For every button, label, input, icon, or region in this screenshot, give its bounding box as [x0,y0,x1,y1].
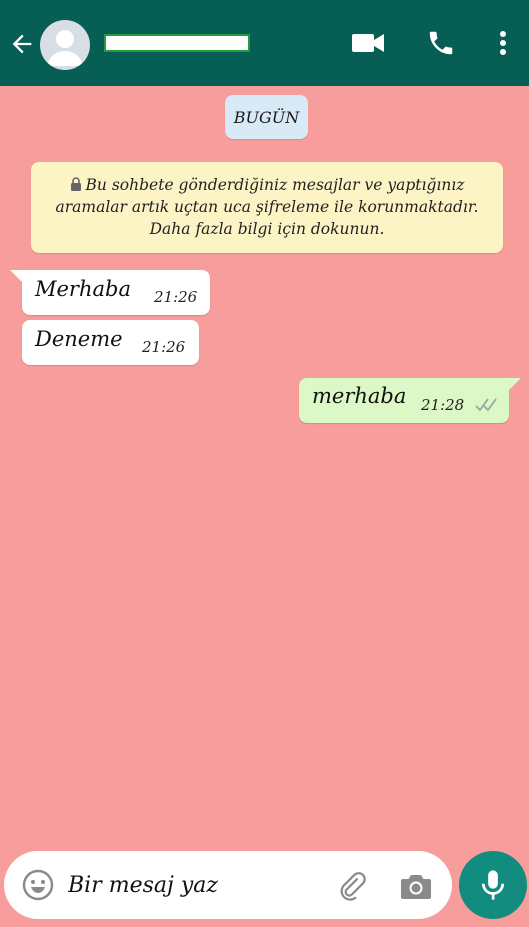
message-bubble-incoming[interactable]: Deneme 21:26 [22,320,199,365]
lock-icon [70,177,81,191]
message-text: merhaba [312,384,407,408]
message-bubble-incoming[interactable]: Merhaba 21:26 [22,270,210,315]
avatar[interactable] [40,20,90,70]
phone-icon[interactable] [425,28,457,58]
default-avatar-icon [47,30,83,66]
message-text: Merhaba [35,277,131,301]
microphone-icon [481,870,505,900]
attachment-icon[interactable] [334,869,368,903]
message-time: 21:26 [154,288,198,306]
emoji-icon[interactable] [22,869,54,901]
date-chip: BUGÜN [225,95,308,139]
video-call-icon[interactable] [350,28,386,58]
message-text: Deneme [35,327,123,351]
encryption-notice-text: Bu sohbete gönderdiğiniz mesajlar ve yap… [55,176,479,238]
message-time: 21:26 [142,338,186,356]
contact-name-redacted[interactable] [104,34,250,52]
more-vert-icon[interactable] [496,28,510,58]
camera-icon[interactable] [399,869,433,903]
encryption-notice[interactable]: Bu sohbete gönderdiğiniz mesajlar ve yap… [31,162,503,253]
message-composer[interactable] [4,851,452,919]
double-tick-icon [475,398,497,412]
arrow-back-icon[interactable] [8,30,36,58]
microphone-button[interactable] [459,851,527,919]
bubble-tail-outgoing [507,378,521,392]
chat-header [0,0,529,86]
message-time: 21:28 [421,396,465,414]
message-bubble-outgoing[interactable]: merhaba 21:28 [299,378,509,423]
message-input[interactable] [68,865,318,905]
